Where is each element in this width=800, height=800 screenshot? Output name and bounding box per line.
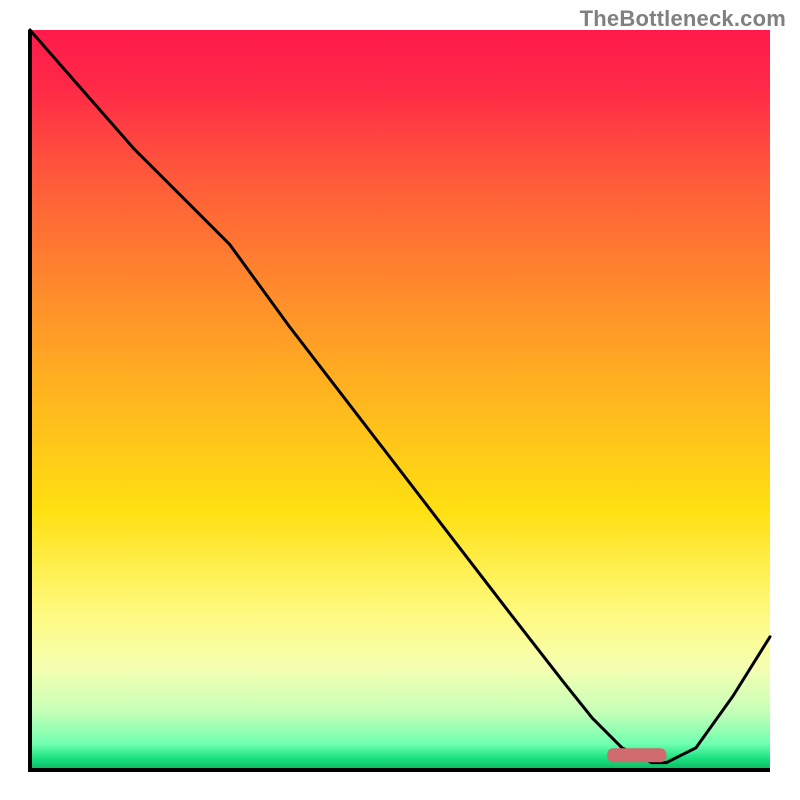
chart-container: TheBottleneck.com	[0, 0, 800, 800]
optimal-range-marker	[607, 748, 666, 762]
plot-background	[30, 30, 770, 770]
bottleneck-chart	[0, 0, 800, 800]
